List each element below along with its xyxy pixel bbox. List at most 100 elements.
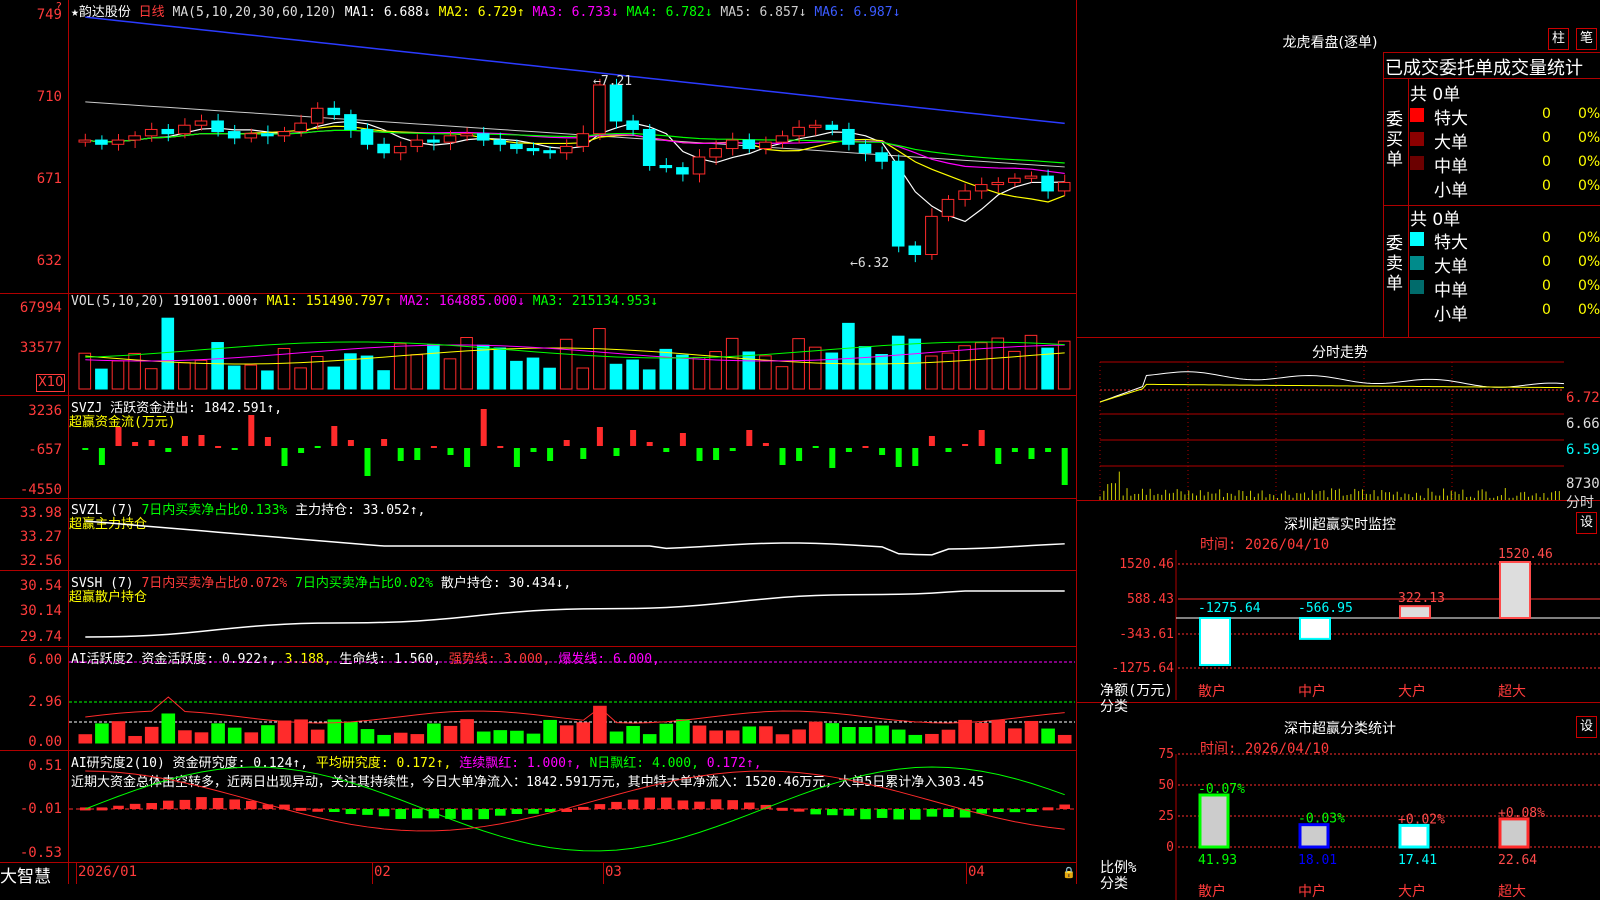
color-swatch [1410, 256, 1424, 270]
intraday-chart[interactable] [1099, 361, 1565, 500]
research-bar [412, 809, 423, 819]
volume-bar [609, 363, 623, 390]
activity-bar [742, 726, 757, 744]
flow-bar [397, 448, 404, 461]
candle [1024, 175, 1038, 179]
svsh-y-tick: 30.14 [19, 603, 62, 619]
volume-bar [792, 338, 805, 390]
research-chart [69, 766, 1075, 852]
dragon-tabs[interactable]: 已成交委托单成交量统计 [1385, 54, 1600, 80]
sell-total: 共 0单 [1410, 210, 1461, 230]
activity-bar [211, 723, 225, 744]
activity-bar [808, 721, 823, 744]
candle [759, 141, 772, 150]
flow-bar [497, 446, 504, 448]
candle [178, 124, 191, 135]
flow-bar [115, 427, 122, 446]
volume-bar [626, 359, 639, 390]
class-value: 18.01 [1298, 853, 1337, 868]
class-change: +0.08% [1498, 806, 1545, 821]
candle [360, 128, 374, 145]
tick-view-button[interactable]: 笔 [1576, 28, 1598, 50]
activity-bar [161, 713, 176, 744]
activity-bar [1041, 728, 1055, 744]
candle [543, 150, 556, 154]
flow-bar [845, 448, 852, 452]
flow-bar [1061, 448, 1068, 485]
svsh-y-tick: 29.74 [19, 629, 62, 645]
intraday-y-tick: 6.59 [1566, 442, 1600, 458]
ai1-y-tick: 2.96 [28, 694, 62, 710]
activity-bar [393, 732, 408, 744]
order-row-count: 0 [1542, 130, 1551, 146]
candle [792, 126, 805, 137]
volume-bar [526, 357, 540, 390]
class-value: 22.64 [1498, 853, 1537, 868]
volume-bar [559, 338, 573, 390]
flow-bar [895, 448, 902, 467]
svzj-y-tick: 3236 [28, 403, 62, 419]
ai2-y-tick: 0.51 [28, 758, 62, 774]
activity-bar [908, 734, 923, 744]
activity-bar [974, 722, 989, 744]
svsh-y-tick: 30.54 [19, 578, 62, 594]
flow-bar [580, 448, 587, 459]
order-row: 大单 0 0% [1410, 252, 1600, 277]
candle [958, 190, 971, 200]
candle [460, 133, 473, 137]
flow-bar [547, 448, 554, 461]
research-bar [113, 805, 124, 809]
lock-icon[interactable]: 🔒 [1062, 866, 1076, 879]
activity-bar [294, 719, 308, 744]
flow-bar [331, 426, 338, 446]
class-change: -0.03% [1298, 812, 1345, 827]
volume-bar [78, 352, 92, 390]
order-row-percent: 0% [1578, 302, 1600, 318]
class-bar [1398, 823, 1430, 849]
activity-bar [144, 726, 159, 744]
candle [95, 139, 108, 145]
flow-bar [430, 446, 437, 448]
activity-bar [344, 722, 358, 744]
flow-bar [530, 448, 537, 452]
class-bar [1298, 823, 1330, 849]
sz-monitor-settings-button[interactable]: 设 [1576, 512, 1598, 534]
volume-chart [78, 317, 1071, 390]
bar-view-button[interactable]: 柱 [1548, 28, 1570, 50]
class-y-tick: 50 [1158, 778, 1174, 793]
flow-bar [480, 409, 487, 446]
flow-bar [746, 430, 753, 446]
volume-bar [161, 317, 175, 390]
order-row-label: 大单 [1434, 133, 1468, 153]
volume-bar [742, 351, 756, 390]
research-bar [694, 801, 705, 809]
activity-bar [261, 725, 275, 744]
research-bar [843, 809, 855, 816]
activity-bar [178, 730, 192, 744]
candle [427, 139, 440, 143]
research-bar [860, 809, 871, 820]
buy-side-label: 委买单 [1386, 110, 1403, 170]
monitor-category: 中户 [1298, 683, 1326, 700]
flow-bar [447, 448, 454, 455]
activity-bar [875, 725, 889, 744]
research-bar [727, 800, 738, 809]
vol-unit-badge[interactable]: X10 [36, 374, 66, 392]
candle [227, 131, 241, 139]
research-bar [146, 803, 157, 809]
monitor-bar [1499, 561, 1531, 619]
flow-bar [829, 448, 836, 468]
activity-bar [576, 722, 591, 744]
holding-line [85, 520, 1065, 556]
monitor-category: 大户 [1398, 683, 1426, 700]
candlestick-chart[interactable] [69, 0, 1075, 292]
research-bar [295, 807, 307, 811]
activity-bar [277, 720, 292, 744]
order-row: 特大 0 0% [1410, 228, 1600, 253]
class-change: -0.07% [1198, 782, 1245, 797]
order-row-percent: 0% [1578, 154, 1600, 170]
activity-bar [775, 734, 790, 744]
class-bar [1498, 817, 1530, 849]
sz-class-settings-button[interactable]: 设 [1576, 716, 1598, 738]
flow-bar [231, 448, 238, 450]
